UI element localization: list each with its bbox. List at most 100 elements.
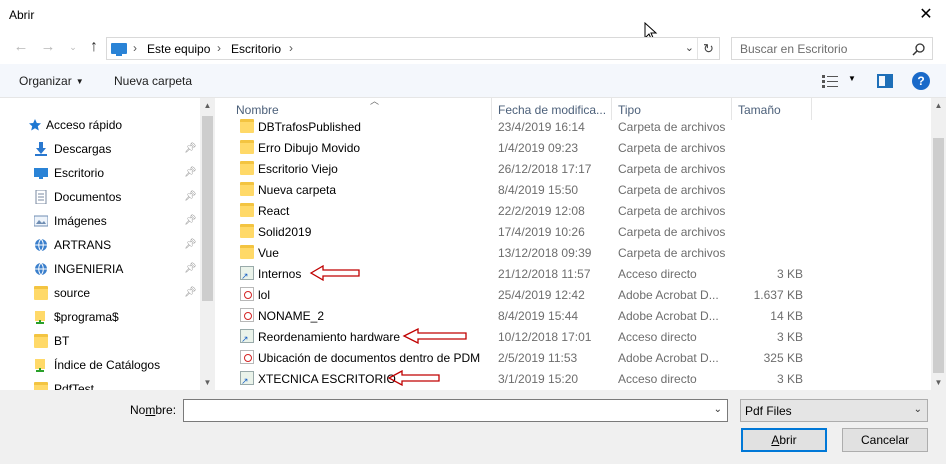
- scroll-up-icon[interactable]: ▲: [200, 98, 215, 113]
- file-row[interactable]: Nueva carpeta 8/4/2019 15:50 Carpeta de …: [215, 179, 931, 200]
- forward-arrow-icon[interactable]: →: [38, 37, 58, 57]
- pin-icon[interactable]: 📌︎: [184, 287, 197, 299]
- annotation-arrow-icon: [402, 328, 467, 344]
- breadcrumb-this-pc[interactable]: Este equipo: [147, 42, 210, 56]
- search-icon[interactable]: [912, 42, 926, 56]
- file-name: XTECNICA ESCRITORIO: [258, 372, 396, 386]
- refresh-icon[interactable]: ↻: [697, 38, 719, 59]
- new-folder-button[interactable]: Nueva carpeta: [114, 74, 192, 88]
- file-type: Carpeta de archivos: [618, 246, 726, 260]
- breadcrumb-separator: ›: [289, 41, 293, 55]
- filename-combobox[interactable]: ⌄: [183, 399, 728, 422]
- annotation-arrow-icon: [309, 265, 360, 281]
- address-history-dropdown-icon[interactable]: ⌄: [685, 41, 694, 54]
- file-name: DBTrafosPublished: [258, 120, 361, 134]
- title-bar: Abrir ✕: [0, 0, 946, 31]
- sidebar-item-desktop[interactable]: Escritorio 📌︎: [0, 161, 200, 185]
- access-key: m: [145, 403, 156, 417]
- cancel-button[interactable]: Cancelar: [842, 428, 928, 452]
- sidebar-item-artrans[interactable]: ARTRANS 📌︎: [0, 233, 200, 257]
- file-date: 13/12/2018 09:39: [498, 246, 592, 260]
- sidebar-item-bt[interactable]: BT: [0, 329, 200, 353]
- file-row[interactable]: lol 25/4/2019 12:42 Adobe Acrobat D... 1…: [215, 284, 931, 305]
- column-header-label: Tamaño: [738, 103, 781, 117]
- file-row[interactable]: React 22/2/2019 12:08 Carpeta de archivo…: [215, 200, 931, 221]
- file-size: 325 KB: [763, 351, 803, 365]
- organize-button[interactable]: Organizar ▼: [19, 74, 84, 88]
- sidebar-item-documents[interactable]: Documentos 📌︎: [0, 185, 200, 209]
- sidebar-item-label: Descargas: [54, 142, 112, 156]
- file-size: 3 KB: [776, 330, 803, 344]
- file-row[interactable]: Ubicación de documentos dentro de PDM 2/…: [215, 347, 931, 368]
- sidebar-item-source[interactable]: source 📌︎: [0, 281, 200, 305]
- back-arrow-icon[interactable]: ←: [11, 37, 31, 57]
- file-type: Carpeta de archivos: [618, 120, 726, 134]
- chevron-down-icon[interactable]: ⌄: [63, 37, 83, 57]
- file-list-scrollbar[interactable]: ▲ ▼: [931, 98, 946, 390]
- file-row[interactable]: Solid2019 17/4/2019 10:26 Carpeta de arc…: [215, 221, 931, 242]
- scroll-up-icon[interactable]: ▲: [931, 98, 946, 113]
- file-date: 26/12/2018 17:17: [498, 162, 592, 176]
- file-row[interactable]: Erro Dibujo Movido 1/4/2019 09:23 Carpet…: [215, 137, 931, 158]
- sidebar-item-pdftest[interactable]: PdfTest: [0, 377, 200, 390]
- file-name: React: [258, 204, 290, 218]
- filename-label: Nombre:: [130, 403, 177, 417]
- pin-icon[interactable]: 📌︎: [184, 239, 197, 251]
- annotation-arrow-icon: [387, 370, 440, 386]
- chevron-down-icon[interactable]: ⌄: [714, 404, 722, 415]
- sidebar-item-ingenieria[interactable]: INGENIERIA 📌︎: [0, 257, 200, 281]
- sidebar-item-downloads[interactable]: Descargas 📌︎: [0, 137, 200, 161]
- shared-folder-icon: [35, 359, 45, 372]
- pin-icon[interactable]: 📌︎: [184, 191, 197, 203]
- file-row[interactable]: Internos 21/12/2018 11:57 Acceso directo…: [215, 263, 931, 284]
- file-date: 17/4/2019 10:26: [498, 225, 585, 239]
- open-button[interactable]: Abrir: [741, 428, 827, 452]
- sidebar-scrollbar[interactable]: ▲ ▼: [200, 98, 215, 390]
- window-title: Abrir: [9, 8, 35, 22]
- scroll-down-icon[interactable]: ▼: [200, 375, 215, 390]
- search-box: [731, 37, 933, 60]
- address-bar[interactable]: › Este equipo › Escritorio › ⌄ ↻: [106, 37, 720, 60]
- file-row[interactable]: NONAME_2 8/4/2019 15:44 Adobe Acrobat D.…: [215, 305, 931, 326]
- close-icon[interactable]: ✕: [914, 3, 938, 27]
- file-row[interactable]: DBTrafosPublished 23/4/2019 16:14 Carpet…: [215, 116, 931, 137]
- file-date: 1/4/2019 09:23: [498, 141, 579, 155]
- search-input[interactable]: [732, 38, 907, 59]
- desktop-icon: [34, 168, 48, 179]
- pdf-icon: [240, 308, 254, 322]
- sidebar-item-indice-catalogos[interactable]: Índice de Catálogos: [0, 353, 200, 377]
- preview-pane-icon[interactable]: [877, 74, 893, 88]
- this-pc-icon: [111, 43, 127, 56]
- breadcrumb-desktop[interactable]: Escritorio: [231, 42, 281, 56]
- pin-icon[interactable]: 📌︎: [184, 263, 197, 275]
- view-options-caret-icon[interactable]: ▼: [848, 74, 856, 83]
- shortcut-icon: [240, 266, 254, 282]
- file-row[interactable]: Vue 13/12/2018 09:39 Carpeta de archivos: [215, 242, 931, 263]
- view-details-icon[interactable]: [822, 74, 838, 88]
- sidebar-item-programa[interactable]: $programa$: [0, 305, 200, 329]
- caret-down-icon: ▼: [75, 77, 84, 86]
- network-drive-icon: [35, 238, 47, 252]
- file-row[interactable]: Escritorio Viejo 26/12/2018 17:17 Carpet…: [215, 158, 931, 179]
- help-icon[interactable]: ?: [912, 72, 930, 90]
- sidebar-item-quick-access[interactable]: Acceso rápido: [0, 113, 200, 137]
- pin-icon[interactable]: 📌︎: [184, 143, 197, 155]
- pin-icon[interactable]: 📌︎: [184, 215, 197, 227]
- file-type: Carpeta de archivos: [618, 162, 726, 176]
- sidebar-item-pictures[interactable]: Imágenes 📌︎: [0, 209, 200, 233]
- file-row[interactable]: XTECNICA ESCRITORIO 3/1/2019 15:20 Acces…: [215, 368, 931, 389]
- sidebar-item-label: PdfTest: [54, 382, 95, 390]
- filetype-value: Pdf Files: [745, 404, 792, 418]
- filetype-select[interactable]: Pdf Files ⌄: [740, 399, 928, 422]
- file-row[interactable]: Reordenamiento hardware 10/12/2018 17:01…: [215, 326, 931, 347]
- up-arrow-icon[interactable]: ↑: [84, 37, 104, 57]
- column-header-label: Tipo: [618, 103, 641, 117]
- network-drive-icon: [35, 262, 47, 276]
- scrollbar-thumb[interactable]: [202, 116, 213, 301]
- scrollbar-thumb[interactable]: [933, 138, 944, 373]
- scroll-down-icon[interactable]: ▼: [931, 375, 946, 390]
- file-name: Ubicación de documentos dentro de PDM: [258, 351, 481, 365]
- download-icon: [35, 142, 47, 156]
- file-date: 8/4/2019 15:44: [498, 309, 579, 323]
- pin-icon[interactable]: 📌︎: [184, 167, 197, 179]
